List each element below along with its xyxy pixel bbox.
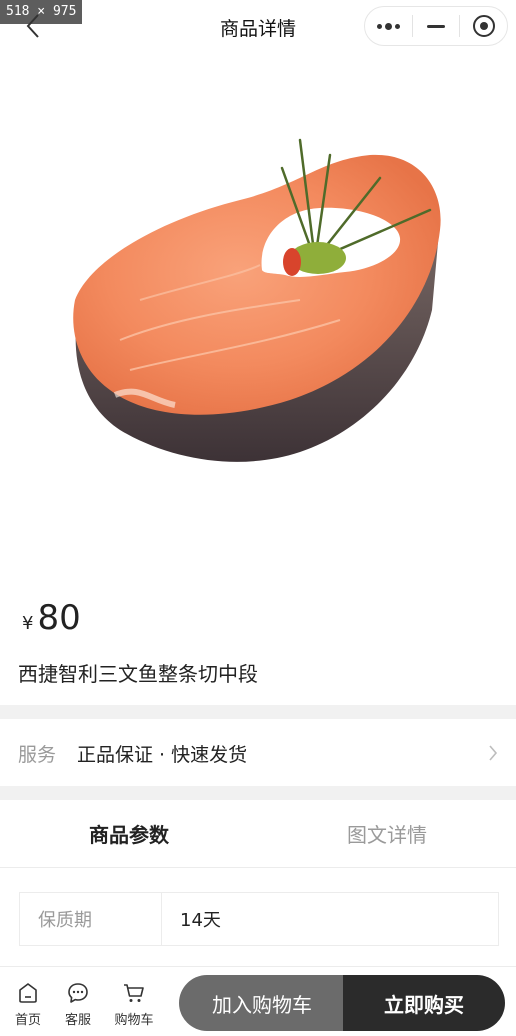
more-button[interactable] xyxy=(365,7,412,45)
cart-button[interactable]: 购物车 xyxy=(106,981,162,1028)
param-key: 保质期 xyxy=(20,893,162,945)
chevron-right-icon xyxy=(489,745,498,761)
section-divider xyxy=(0,786,516,800)
tab-params[interactable]: 商品参数 xyxy=(0,800,258,867)
minus-icon xyxy=(427,24,445,28)
more-dots-icon xyxy=(376,22,400,30)
currency-symbol: ¥ xyxy=(22,613,34,634)
service-row[interactable]: 服务 正品保证 · 快速发货 xyxy=(0,720,516,786)
buy-now-button[interactable]: 立即购买 xyxy=(343,975,505,1031)
home-button[interactable]: 首页 xyxy=(0,981,56,1028)
product-detail-page: 518 × 975 商品详情 ¥ 80 西捷智利三文鱼整条切中段 服务 正品保证… xyxy=(0,0,516,1036)
home-icon xyxy=(19,983,37,1003)
product-title: 西捷智利三文鱼整条切中段 xyxy=(18,662,258,686)
shopping-cart-icon xyxy=(124,984,144,1002)
add-to-cart-button[interactable]: 加入购物车 xyxy=(179,975,345,1031)
minimize-button[interactable] xyxy=(413,7,460,45)
mini-program-capsule xyxy=(364,6,508,46)
params-table-row: 保质期 14天 xyxy=(19,892,499,946)
param-value: 14天 xyxy=(180,910,221,931)
price-amount: 80 xyxy=(37,598,81,638)
section-divider xyxy=(0,705,516,719)
detail-tabs: 商品参数 图文详情 xyxy=(0,800,516,868)
price: ¥ 80 xyxy=(22,598,81,638)
service-label: 服务 xyxy=(18,743,57,766)
customer-service-button[interactable]: 客服 xyxy=(50,981,106,1028)
service-label: 客服 xyxy=(64,1013,91,1028)
target-circle-icon xyxy=(472,15,495,37)
chevron-left-icon xyxy=(26,14,39,38)
cart-label: 购物车 xyxy=(114,1013,154,1028)
service-value: 正品保证 · 快速发货 xyxy=(77,743,248,766)
bottom-action-bar: 首页 客服 购物车 加入购物车 立即购买 xyxy=(0,966,516,1036)
back-button[interactable] xyxy=(22,12,46,40)
product-image xyxy=(73,138,441,462)
tab-details[interactable]: 图文详情 xyxy=(258,800,516,867)
close-button[interactable] xyxy=(460,7,507,45)
home-label: 首页 xyxy=(14,1013,41,1028)
chat-bubble-icon xyxy=(68,983,88,1003)
